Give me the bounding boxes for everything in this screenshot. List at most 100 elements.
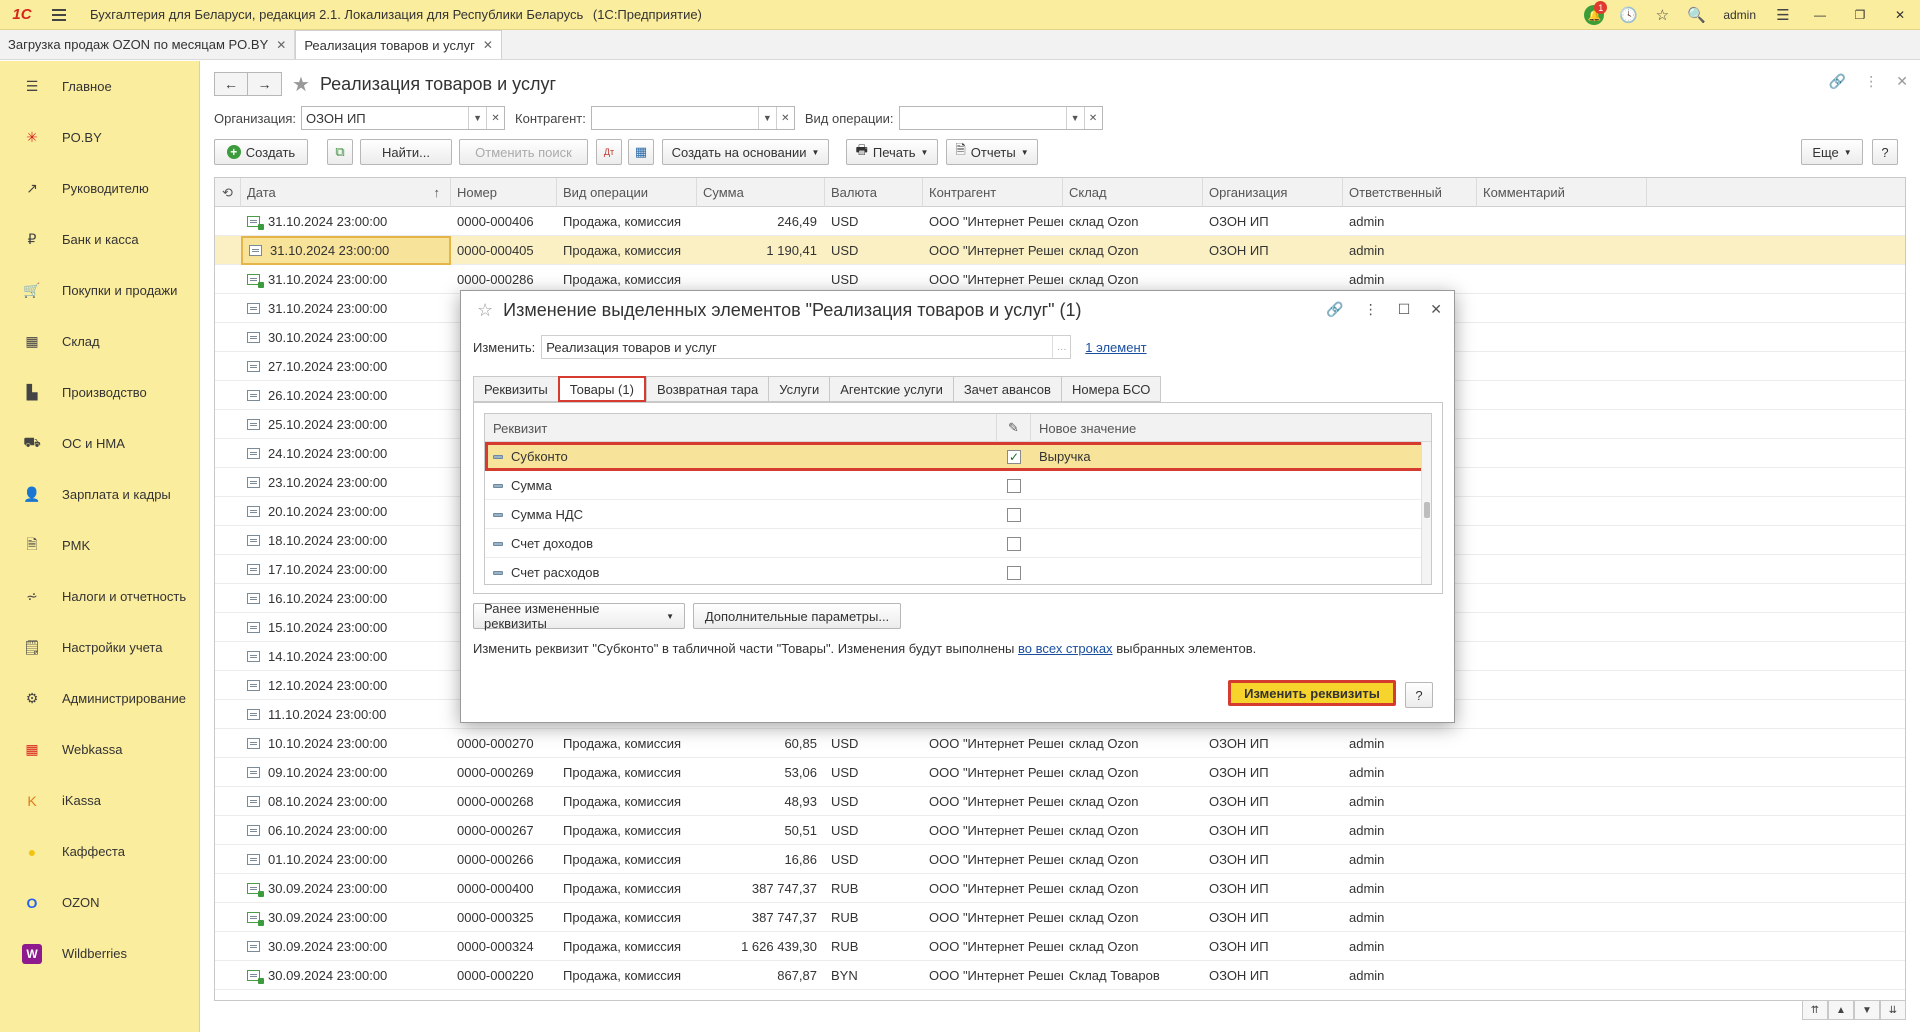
change-checkbox[interactable] (1007, 507, 1021, 522)
dropdown-icon[interactable]: ▼ (1065, 107, 1084, 129)
scrollbar[interactable] (1421, 442, 1431, 584)
notifications-button[interactable]: 🔔 1 (1577, 0, 1611, 30)
clear-icon[interactable]: ✕ (1083, 107, 1102, 129)
sidebar-item[interactable]: ▦ Склад (0, 316, 199, 367)
change-checkbox[interactable] (1007, 565, 1021, 580)
minimize-button[interactable]: — (1800, 0, 1840, 30)
dialog-tab[interactable]: Возвратная тара (645, 376, 769, 402)
scroll-top-icon[interactable]: ⇈ (1802, 1000, 1828, 1020)
column-header[interactable]: Склад (1063, 178, 1203, 207)
print-button[interactable]: 🖶 Печать ▼ (846, 139, 938, 165)
settings-menu-icon[interactable]: ☰ (1766, 0, 1800, 30)
copy-button[interactable]: ⧉ (327, 139, 353, 165)
close-icon[interactable]: ✕ (1896, 73, 1908, 90)
table-row[interactable]: 31.10.2024 23:00:00 0000-000406 Продажа, к… (215, 207, 1905, 236)
column-header[interactable]: Сумма (697, 178, 825, 207)
attribute-row[interactable]: Сумма (485, 471, 1431, 500)
dialog-tab[interactable]: Зачет авансов (952, 376, 1061, 402)
link-icon[interactable]: 🔗 (1326, 301, 1343, 318)
sidebar-item[interactable]: 👤 Зарплата и кадры (0, 469, 199, 520)
sidebar-item[interactable]: ● Каффеста (0, 826, 199, 877)
find-button[interactable]: Найти... (360, 139, 452, 165)
table-row[interactable]: 10.10.2024 23:00:00 0000-000270 Продажа, к… (215, 729, 1905, 758)
extra-params-button[interactable]: Дополнительные параметры... (693, 603, 901, 629)
sidebar-item[interactable]: ↗ Руководителю (0, 163, 199, 214)
sidebar-item[interactable]: ▙ Производство (0, 367, 199, 418)
sidebar-item[interactable]: W Wildberries (0, 928, 199, 979)
current-user[interactable]: admin (1713, 8, 1766, 22)
sidebar-item[interactable]: 🗒 Настройки учета (0, 622, 199, 673)
object-type-field[interactable]: Реализация товаров и услуг … (541, 335, 1072, 359)
link-icon[interactable]: 🔗 (1829, 73, 1846, 90)
sidebar-item[interactable]: ⚙ Администрирование (0, 673, 199, 724)
sidebar-item[interactable]: 🗎 PMK (0, 520, 199, 571)
dialog-tab[interactable]: Номера БСО (1060, 376, 1162, 402)
new-value-cell[interactable] (1031, 529, 1421, 558)
close-window-button[interactable]: ✕ (1880, 0, 1920, 30)
attribute-row[interactable]: Счет доходов (485, 529, 1431, 558)
column-header[interactable]: Контрагент (923, 178, 1063, 207)
dialog-help-button[interactable]: ? (1405, 682, 1433, 708)
more-button[interactable]: Еще ▼ (1801, 139, 1863, 165)
column-header[interactable]: Номер (451, 178, 557, 207)
create-based-on-button[interactable]: Создать на основании ▼ (662, 139, 829, 165)
table-row[interactable]: 08.10.2024 23:00:00 0000-000268 Продажа, к… (215, 787, 1905, 816)
change-checkbox[interactable] (1007, 536, 1021, 551)
dialog-tab[interactable]: Услуги (768, 376, 830, 402)
column-header[interactable]: Комментарий (1477, 178, 1647, 207)
attribute-row[interactable]: Сумма НДС (485, 500, 1431, 529)
table-row[interactable]: 01.10.2024 23:00:00 0000-000266 Продажа, к… (215, 845, 1905, 874)
tab-sales[interactable]: Реализация товаров и услуг ✕ (295, 30, 502, 59)
clear-icon[interactable]: ✕ (486, 107, 504, 129)
scroll-up-icon[interactable]: ▲ (1828, 1000, 1854, 1020)
all-rows-link[interactable]: во всех строках (1018, 641, 1113, 656)
select-ellipsis-icon[interactable]: … (1052, 336, 1070, 358)
close-tab-icon[interactable]: ✕ (276, 38, 286, 52)
new-value-cell[interactable]: Выручка (1031, 442, 1421, 471)
more-icon[interactable]: ⋮ (1864, 73, 1878, 90)
table-row[interactable]: 30.09.2024 23:00:00 0000-000400 Продажа, к… (215, 874, 1905, 903)
apply-changes-button[interactable]: Изменить реквизиты (1228, 680, 1396, 706)
close-tab-icon[interactable]: ✕ (483, 38, 493, 52)
org-filter-field[interactable]: ОЗОН ИП ▼ ✕ (301, 106, 506, 130)
forward-button[interactable]: → (248, 72, 282, 96)
column-header[interactable]: Организация (1203, 178, 1343, 207)
clear-icon[interactable]: ✕ (775, 107, 794, 129)
scroll-down-icon[interactable]: ▼ (1854, 1000, 1880, 1020)
sidebar-item[interactable]: O OZON (0, 877, 199, 928)
close-icon[interactable]: ✕ (1430, 301, 1442, 318)
selected-elements-link[interactable]: 1 элемент (1085, 340, 1146, 355)
sidebar-item[interactable]: ⛟ ОС и НМА (0, 418, 199, 469)
app-logo[interactable]: 1С (0, 0, 44, 30)
column-header[interactable]: Ответственный (1343, 178, 1477, 207)
change-checkbox[interactable]: ✓ (1007, 449, 1021, 464)
table-row[interactable]: 30.09.2024 23:00:00 0000-000220 Продажа, к… (215, 961, 1905, 990)
restore-button[interactable]: ❐ (1840, 0, 1880, 30)
new-value-cell[interactable] (1031, 471, 1421, 500)
dialog-tab[interactable]: Товары (1) (557, 376, 646, 402)
column-header[interactable]: Вид операции (557, 178, 697, 207)
dropdown-icon[interactable]: ▼ (468, 107, 486, 129)
table-row[interactable]: 30.09.2024 23:00:00 0000-000324 Продажа, к… (215, 932, 1905, 961)
history-icon[interactable]: 🕓 (1611, 0, 1645, 30)
help-button[interactable]: ? (1872, 139, 1898, 165)
favorites-star-icon[interactable]: ☆ (1645, 0, 1679, 30)
more-icon[interactable]: ⋮ (1364, 301, 1378, 318)
table-row[interactable]: 09.10.2024 23:00:00 0000-000269 Продажа, к… (215, 758, 1905, 787)
maximize-icon[interactable]: ☐ (1398, 301, 1411, 318)
column-header[interactable]: Валюта (825, 178, 923, 207)
reports-button[interactable]: 🗎 Отчеты ▼ (946, 139, 1038, 165)
new-value-cell[interactable] (1031, 500, 1421, 529)
dt-kt-button[interactable]: Дт (596, 139, 622, 165)
structure-button[interactable]: ▦ (628, 139, 654, 165)
table-row[interactable]: 06.10.2024 23:00:00 0000-000267 Продажа, к… (215, 816, 1905, 845)
table-row[interactable]: 31.10.2024 23:00:00 0000-000405 Продажа, к… (215, 236, 1905, 265)
sidebar-item[interactable]: ▦ Webkassa (0, 724, 199, 775)
dialog-tab[interactable]: Реквизиты (473, 376, 558, 402)
favorite-star-icon[interactable]: ☆ (477, 300, 493, 321)
column-header[interactable]: Дата ↑ (241, 178, 451, 207)
sidebar-item[interactable]: ₽ Банк и касса (0, 214, 199, 265)
attribute-row[interactable]: Субконто ✓ Выручка (485, 442, 1431, 471)
tab-ozon-import[interactable]: Загрузка продаж OZON по месяцам PO.BY ✕ (0, 30, 296, 59)
create-button[interactable]: + Создать (214, 139, 308, 165)
